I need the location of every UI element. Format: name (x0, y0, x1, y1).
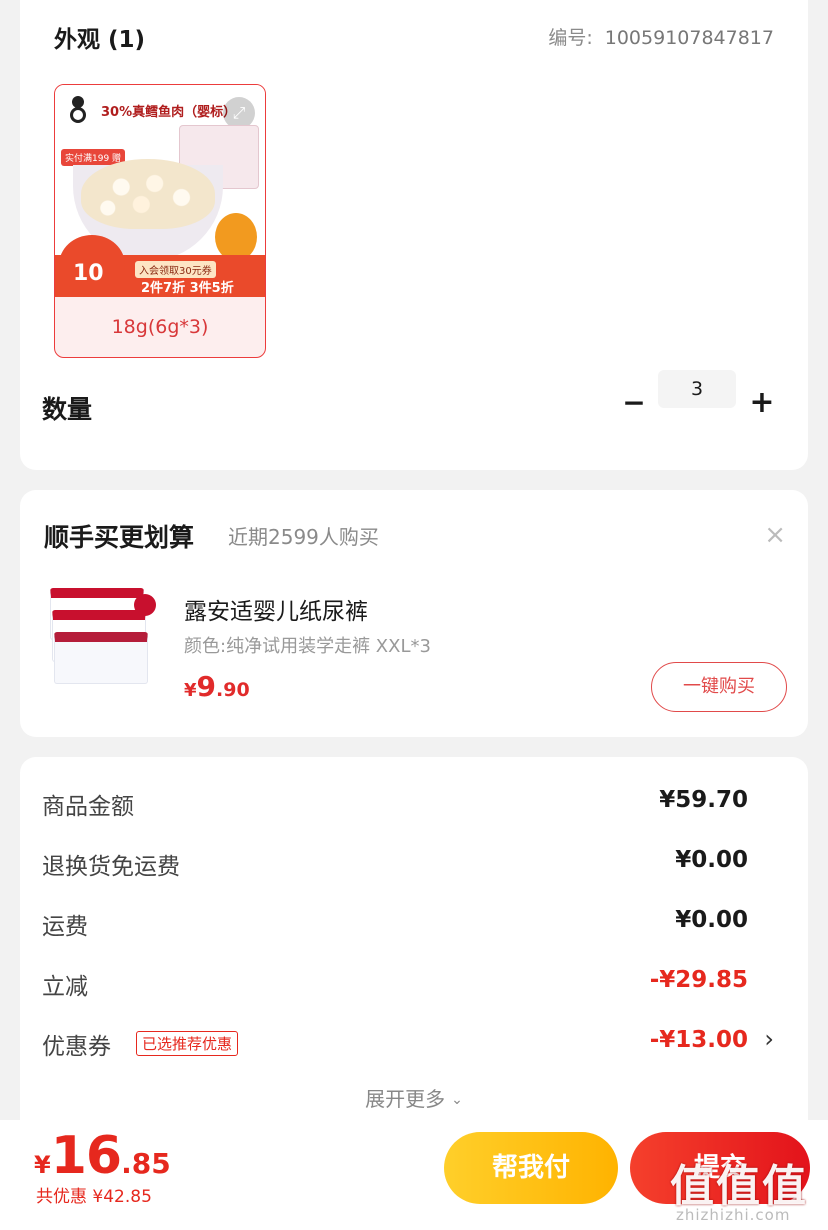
spec-title: 外观 (1) (54, 27, 146, 53)
price-row-label: 商品金额 (42, 794, 134, 820)
chevron-right-icon[interactable]: › (764, 1025, 774, 1053)
price-row-goods: 商品金额 ¥59.70 (42, 783, 770, 823)
discount-text: 2件7折 3件5折 (141, 281, 234, 296)
price-row-value: ¥59.70 (659, 787, 748, 813)
addon-subtitle: 近期2599人购买 (228, 525, 379, 549)
total-savings: 共优惠 ¥42.85 (36, 1187, 152, 1207)
addon-product-price: ¥9.90 (184, 670, 250, 703)
price-row-shipping: 运费 ¥0.00 (42, 903, 770, 943)
product-code-value: 10059107847817 (604, 27, 774, 49)
addon-card: 顺手买更划算 近期2599人购买 × 露安适婴儿纸尿裤 颜色:纯净试用装学走裤 … (20, 490, 808, 737)
product-code: 编号: 10059107847817 (548, 23, 774, 50)
product-code-label: 编号: (548, 27, 593, 49)
sku-option-selected[interactable]: 30%真鳕鱼肉（婴标） ⤢ 实付满199 赠 10 入会领取30元券 2件7折 … (54, 84, 266, 358)
snack-image (81, 159, 215, 229)
quantity-label: 数量 (42, 395, 93, 424)
sku-thumbnail[interactable]: 30%真鳕鱼肉（婴标） ⤢ 实付满199 赠 10 入会领取30元券 2件7折 … (55, 85, 265, 297)
price-row-value: ¥0.00 (675, 907, 748, 933)
diaper-pack-image (54, 632, 148, 684)
quantity-decrease-button[interactable]: − (620, 389, 648, 418)
price-row-coupon[interactable]: 优惠券 已选推荐优惠 -¥13.00 › (42, 1023, 774, 1063)
chevron-down-icon: ⌄ (451, 1092, 463, 1108)
checkout-bar: ¥16.85 共优惠 ¥42.85 帮我付 提交 值值值 zhizhizhi.c… (0, 1120, 828, 1230)
price-row-value: -¥29.85 (649, 967, 748, 993)
spec-card: 外观 (1) 编号: 10059107847817 30%真鳕鱼肉（婴标） ⤢ 实… (20, 0, 808, 470)
quantity-input[interactable]: 3 (658, 370, 736, 408)
total-currency: ¥ (34, 1151, 51, 1179)
price-row-instant-discount: 立减 -¥29.85 (42, 963, 770, 1003)
total-price: ¥16.85 (34, 1126, 171, 1186)
price-row-label: 退换货免运费 (42, 854, 180, 880)
thumbnail-title: 30%真鳕鱼肉（婴标） (101, 105, 237, 120)
price-currency: ¥ (184, 680, 197, 701)
total-decimal: .85 (121, 1147, 171, 1180)
price-row-return-shipping: 退换货免运费 ¥0.00 (42, 843, 770, 883)
price-row-value: ¥0.00 (675, 847, 748, 873)
site-watermark-url: zhizhizhi.com (676, 1206, 791, 1224)
quantity-increase-button[interactable]: + (748, 388, 776, 418)
expand-more-label: 展开更多 (365, 1087, 446, 1111)
expand-more-button[interactable]: 展开更多 ⌄ (20, 1083, 808, 1112)
sku-label: 18g(6g*3) (111, 316, 209, 338)
help-me-pay-button[interactable]: 帮我付 (444, 1132, 618, 1204)
price-row-value: -¥13.00 (649, 1027, 748, 1053)
price-row-label: 优惠券 (42, 1034, 111, 1060)
price-integer: 9 (196, 670, 217, 703)
price-row-label: 运费 (42, 914, 88, 940)
price-row-label: 立减 (42, 974, 88, 1000)
coupon-text: 入会领取30元券 (135, 261, 216, 278)
promo-price: 10 (73, 261, 104, 286)
size-badge (134, 594, 156, 616)
close-icon[interactable]: × (764, 522, 786, 548)
site-watermark: 值值值 (670, 1161, 808, 1212)
price-decimal: .90 (216, 679, 250, 701)
mascot-image (215, 213, 257, 261)
addon-product-image[interactable] (46, 584, 158, 684)
one-click-buy-button[interactable]: 一键购买 (651, 662, 787, 712)
brand-logo (63, 93, 93, 129)
addon-product-name[interactable]: 露安适婴儿纸尿裤 (184, 592, 368, 626)
addon-product-spec: 颜色:纯净试用装学走裤 XXL*3 (184, 636, 431, 657)
total-integer: 16 (50, 1126, 122, 1186)
addon-title: 顺手买更划算 (44, 523, 195, 552)
coupon-status-badge: 已选推荐优惠 (136, 1031, 239, 1056)
price-detail-card: 商品金额 ¥59.70 退换货免运费 ¥0.00 运费 ¥0.00 立减 -¥2… (20, 757, 808, 1137)
